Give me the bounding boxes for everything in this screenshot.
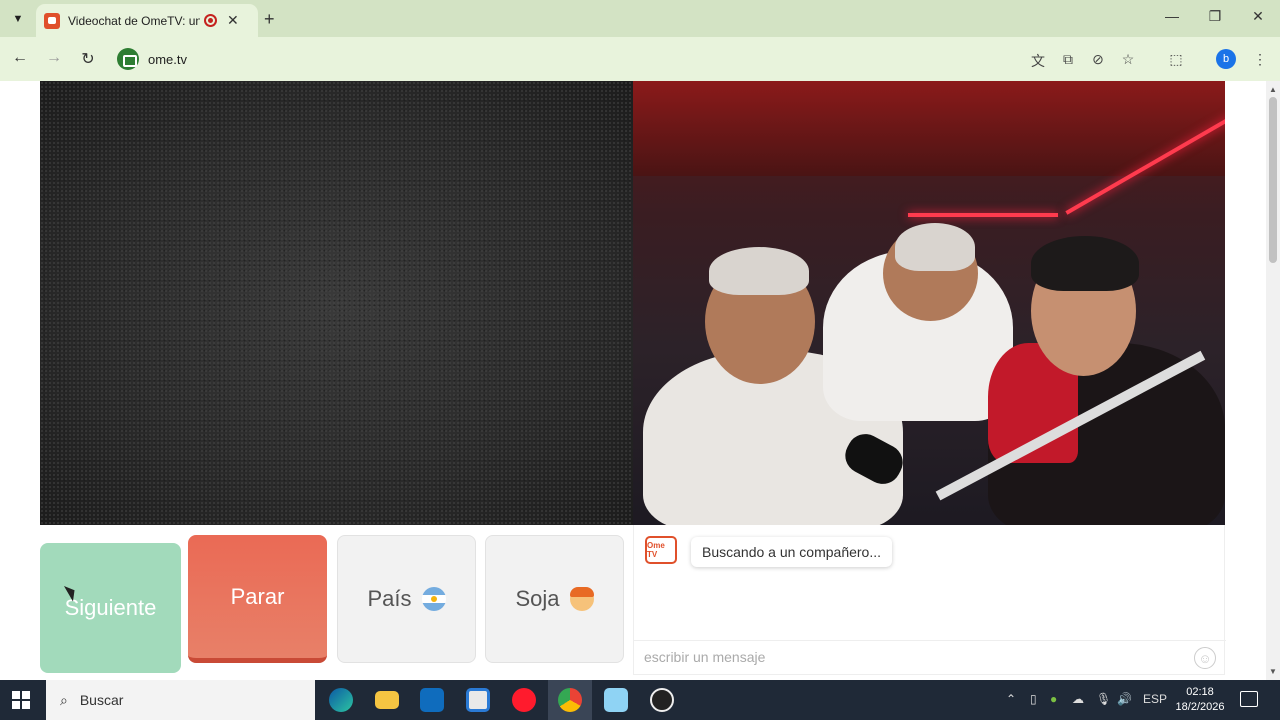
page-scrollbar[interactable]: ▲ ▼	[1266, 81, 1280, 680]
file-explorer-icon[interactable]	[375, 691, 399, 709]
tracking-protection-icon[interactable]: ⊘	[1088, 51, 1108, 68]
device-icon[interactable]: ▯	[1030, 692, 1037, 706]
own-video-static	[40, 81, 633, 525]
volume-icon[interactable]: 🔊	[1117, 692, 1132, 706]
person-left-hair	[709, 247, 809, 295]
next-button[interactable]: Siguiente	[40, 543, 181, 673]
scroll-thumb[interactable]	[1269, 97, 1277, 263]
forward-icon[interactable]: →	[44, 49, 64, 67]
reload-icon[interactable]: ↻	[78, 49, 98, 69]
stop-label: Parar	[230, 583, 285, 609]
clock-date: 18/2/2026	[1175, 701, 1225, 713]
address-bar[interactable]: ome.tv	[112, 43, 1152, 75]
taskbar-search[interactable]: ⌕ Buscar	[46, 680, 315, 720]
clock-time: 02:18	[1186, 686, 1214, 698]
video-ceiling	[633, 81, 1225, 176]
boy-emoji-icon	[569, 587, 594, 611]
stop-button[interactable]: Parar	[188, 535, 327, 663]
partner-video	[633, 81, 1225, 525]
tab-title: Videochat de OmeTV: una a	[68, 13, 200, 28]
extensions-icon[interactable]: ⬚	[1166, 51, 1186, 68]
restore-icon[interactable]: ❐	[1205, 8, 1225, 25]
edge-icon[interactable]	[329, 688, 353, 712]
translate-icon[interactable]: 文	[1028, 51, 1048, 71]
windows-start-icon[interactable]	[12, 691, 30, 709]
person-middle-hair	[895, 223, 975, 271]
store-icon[interactable]	[466, 688, 490, 712]
person-right-hair	[1031, 236, 1139, 291]
opera-icon[interactable]	[512, 688, 536, 712]
chat-input-area: ☺	[634, 640, 1226, 675]
install-icon[interactable]: ⧉	[1058, 51, 1078, 68]
recording-icon	[204, 14, 217, 27]
active-tab[interactable]: Videochat de OmeTV: una a ✕	[36, 4, 258, 37]
scroll-down-icon[interactable]: ▼	[1269, 667, 1277, 676]
menu-icon[interactable]: ⋮	[1250, 51, 1270, 68]
argentina-flag-icon	[421, 587, 446, 611]
profile-avatar[interactable]: b	[1216, 49, 1236, 69]
search-icon: ⌕	[60, 691, 68, 708]
ometv-favicon-icon	[44, 12, 60, 29]
next-label: Siguiente	[64, 595, 157, 620]
gender-label: Soja	[515, 586, 560, 611]
close-icon[interactable]: ✕	[227, 12, 239, 29]
microphone-icon[interactable]: 🎙	[1096, 692, 1111, 706]
chrome-icon[interactable]	[558, 688, 582, 712]
app-tray-icon[interactable]: ●	[1050, 692, 1057, 706]
message-input[interactable]	[644, 649, 1184, 665]
show-hidden-icons[interactable]: ⌃	[1006, 692, 1016, 706]
bookmark-star-icon[interactable]: ☆	[1118, 51, 1138, 68]
search-label: Buscar	[79, 692, 124, 708]
notification-icon[interactable]	[1240, 691, 1258, 707]
window-close-icon[interactable]: ✕	[1248, 8, 1268, 25]
status-message: Buscando a un compañero...	[691, 537, 893, 567]
browser-toolbar: ← → ↻ ome.tv 文 ⧉ ⊘ ☆ ⬚ b ⋮	[0, 37, 1280, 81]
site-info-icon[interactable]	[117, 48, 139, 70]
minimize-icon[interactable]: —	[1162, 8, 1182, 24]
obs-icon[interactable]	[650, 688, 674, 712]
language-indicator[interactable]: ESP	[1143, 692, 1167, 706]
ometv-page: Siguiente Parar País Soja Ome TV Buscand…	[0, 81, 1266, 680]
chat-panel: Ome TV Buscando a un compañero... ☺	[633, 525, 1226, 675]
clock[interactable]: 02:18 18/2/2026	[1168, 685, 1232, 715]
country-label: País	[367, 586, 412, 611]
outlook-icon[interactable]	[420, 688, 444, 712]
neon-light	[908, 213, 1058, 217]
url-text: ome.tv	[148, 51, 188, 67]
gender-button[interactable]: Soja	[485, 535, 624, 663]
ometv-logo: Ome TV	[645, 536, 677, 564]
notepad-icon[interactable]	[604, 688, 628, 712]
taskbar: ⌕ Buscar ⌃ ▯ ● ☁ 🎙 🔊 ESP 02:18 18/2/2026	[0, 680, 1280, 720]
emoji-icon[interactable]: ☺	[1194, 647, 1216, 669]
cloud-icon[interactable]: ☁	[1072, 692, 1084, 706]
country-button[interactable]: País	[337, 535, 476, 663]
scroll-up-icon[interactable]: ▲	[1269, 85, 1277, 94]
back-icon[interactable]: ←	[10, 49, 30, 67]
tab-search-icon[interactable]: ▼	[6, 8, 30, 30]
new-tab-icon[interactable]: +	[264, 9, 275, 30]
tab-bar: ▼ Videochat de OmeTV: una a ✕ + — ❐ ✕	[0, 0, 1280, 37]
